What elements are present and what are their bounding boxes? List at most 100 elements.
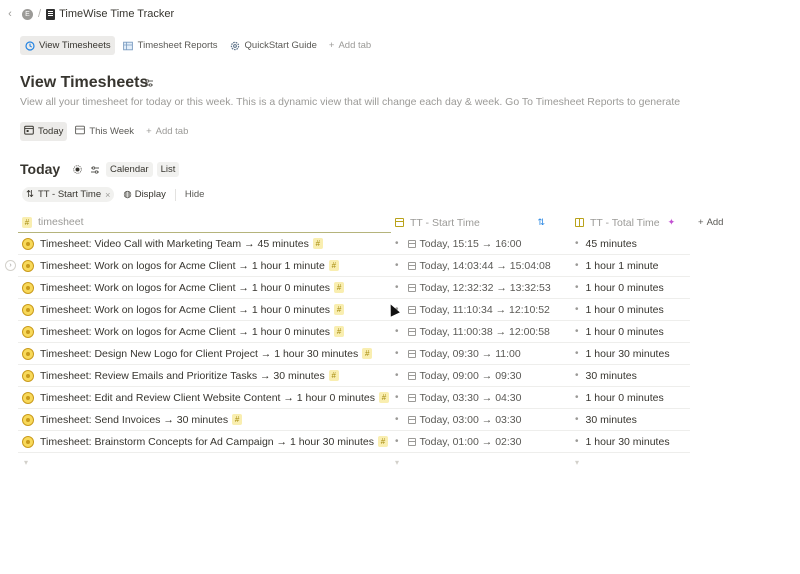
total-time-value: 1 hour 0 minutes [585, 391, 664, 404]
sun-icon[interactable] [70, 163, 84, 177]
timesheet-name[interactable]: Timesheet: Brainstorm Concepts for Ad Ca… [40, 436, 374, 448]
timesheet-name[interactable]: Timesheet: Work on logos for Acme Client… [40, 326, 330, 338]
sort-desc-icon[interactable]: ⇅ [537, 217, 545, 228]
table-row[interactable]: Timesheet: Review Emails and Prioritize … [18, 365, 690, 387]
cell-total-time[interactable]: • 30 minutes [571, 365, 690, 386]
display-button[interactable]: ◍ Display [120, 187, 168, 202]
table-row[interactable]: Timesheet: Video Call with Marketing Tea… [18, 233, 690, 255]
breadcrumb-page-title[interactable]: TimeWise Time Tracker [59, 8, 174, 20]
view-tab-today[interactable]: Today [20, 122, 68, 141]
clock-icon [24, 40, 35, 51]
display-icon: ◍ [123, 189, 132, 200]
cell-timesheet[interactable]: Timesheet: Edit and Review Client Websit… [18, 387, 391, 408]
cell-total-time[interactable]: • 1 hour 0 minutes [571, 277, 690, 298]
hash-icon: # [334, 304, 345, 315]
sliders-icon[interactable] [88, 163, 102, 177]
cell-total-time[interactable]: • 30 minutes [571, 409, 690, 430]
cell-timesheet[interactable]: Timesheet: Review Emails and Prioritize … [18, 365, 391, 386]
calendar-view-button[interactable]: Calendar [106, 162, 153, 177]
timesheet-name[interactable]: Timesheet: Design New Logo for Client Pr… [40, 348, 358, 360]
sparkle-icon[interactable]: ✦ [668, 217, 676, 228]
calendar-icon [407, 437, 416, 446]
cell-timesheet[interactable]: Timesheet: Send Invoices → 30 minutes # [18, 409, 391, 430]
sun-icon [22, 281, 34, 294]
cell-start-time[interactable]: • Today, 12:32:32 → 13:32:53 [391, 277, 571, 298]
cell-start-time[interactable]: • Today, 03:00 → 03:30 [391, 409, 571, 430]
cell-start-time[interactable]: • Today, 01:00 → 02:30 [391, 431, 571, 452]
timesheet-name[interactable]: Timesheet: Video Call with Marketing Tea… [40, 238, 309, 250]
hash-icon: # [378, 436, 389, 447]
workspace-avatar[interactable]: E [22, 8, 33, 20]
add-column-button[interactable]: + Add [698, 212, 723, 233]
cell-start-time[interactable]: • Today, 15:15 → 16:00 [391, 233, 571, 254]
calendar-icon [407, 261, 416, 270]
column-header-label: timesheet [38, 216, 84, 228]
timesheet-name[interactable]: Timesheet: Review Emails and Prioritize … [40, 370, 325, 382]
document-icon [46, 8, 56, 20]
add-view-label: Add tab [155, 126, 189, 137]
table-row[interactable]: Timesheet: Work on logos for Acme Client… [18, 277, 690, 299]
add-view-button[interactable]: + Add tab [142, 122, 192, 141]
chevron-right-icon[interactable]: › [5, 260, 16, 271]
sun-icon [22, 413, 34, 426]
table-row[interactable]: Timesheet: Work on logos for Acme Client… [18, 299, 690, 321]
cell-start-time[interactable]: • Today, 11:10:34 → 12:10:52 [391, 299, 571, 320]
hide-button[interactable]: Hide [182, 187, 208, 202]
table-row[interactable]: Timesheet: Work on logos for Acme Client… [18, 321, 690, 343]
tab-label: Timesheet Reports [137, 40, 218, 51]
table-row[interactable]: Timesheet: Send Invoices → 30 minutes # • T… [18, 409, 690, 431]
timesheet-name[interactable]: Timesheet: Edit and Review Client Websit… [40, 392, 375, 404]
close-icon[interactable]: × [105, 190, 110, 200]
cell-timesheet[interactable]: Timesheet: Work on logos for Acme Client… [18, 321, 391, 342]
cell-start-time[interactable]: • Today, 09:00 → 09:30 [391, 365, 571, 386]
sort-chip[interactable]: ⇅ TT - Start Time × [22, 187, 115, 202]
sliders-icon[interactable] [142, 76, 156, 90]
table-row[interactable]: Timesheet: Design New Logo for Client Pr… [18, 343, 690, 365]
bullet-icon: • [575, 238, 579, 249]
cell-total-time[interactable]: • 1 hour 0 minutes [571, 299, 690, 320]
column-header-timesheet[interactable]: # timesheet [18, 212, 391, 233]
plus-icon: + [328, 40, 335, 51]
add-tab-button[interactable]: + Add tab [325, 36, 375, 55]
cell-timesheet[interactable]: Timesheet: Work on logos for Acme Client… [18, 277, 391, 298]
cell-total-time[interactable]: • 1 hour 1 minute [571, 255, 690, 276]
table-row[interactable]: Timesheet: Brainstorm Concepts for Ad Ca… [18, 431, 690, 453]
column-header-start-time[interactable]: TT - Start Time ⇅ [391, 212, 571, 233]
cell-total-time[interactable]: • 45 minutes [571, 233, 690, 254]
bullet-icon: • [575, 260, 579, 271]
table-row[interactable]: › Timesheet: Work on logos for Acme Clien… [5, 255, 690, 277]
cell-timesheet[interactable]: Timesheet: Brainstorm Concepts for Ad Ca… [18, 431, 391, 452]
bullet-icon: • [395, 436, 399, 447]
cell-total-time[interactable]: • 1 hour 30 minutes [571, 343, 690, 364]
bullet-icon: • [395, 260, 399, 271]
total-time-value: 30 minutes [585, 369, 637, 382]
cell-start-time[interactable]: • Today, 14:03:44 → 15:04:08 [391, 255, 571, 276]
section-title: Today [20, 161, 61, 177]
list-view-button[interactable]: List [156, 162, 180, 177]
cell-timesheet[interactable]: Timesheet: Work on logos for Acme Client… [18, 255, 391, 276]
timesheet-name[interactable]: Timesheet: Work on logos for Acme Client… [40, 282, 330, 294]
cell-start-time[interactable]: • Today, 09:30 → 11:00 [391, 343, 571, 364]
table-row[interactable]: Timesheet: Edit and Review Client Websit… [18, 387, 690, 409]
cell-start-time[interactable]: • Today, 03:30 → 04:30 [391, 387, 571, 408]
bullet-icon: • [395, 238, 399, 249]
timesheet-name[interactable]: Timesheet: Work on logos for Acme Client… [40, 304, 330, 316]
cell-total-time[interactable]: • 1 hour 0 minutes [571, 321, 690, 342]
timesheet-name[interactable]: Timesheet: Send Invoices → 30 minutes [40, 414, 228, 426]
column-header-total-time[interactable]: TT - Total Time ✦ [571, 212, 690, 233]
cell-total-time[interactable]: • 1 hour 0 minutes [571, 387, 690, 408]
view-tab-this-week[interactable]: This Week [71, 122, 138, 141]
timesheet-name[interactable]: Timesheet: Work on logos for Acme Client… [40, 260, 325, 272]
chevron-left-icon[interactable]: ‹ [4, 8, 16, 20]
cell-start-time[interactable]: • Today, 11:00:38 → 12:00:58 [391, 321, 571, 342]
tab-view-timesheets[interactable]: View Timesheets [20, 36, 115, 55]
tab-quickstart-guide[interactable]: QuickStart Guide [226, 36, 321, 55]
cell-total-time[interactable]: • 1 hour 30 minutes [571, 431, 690, 452]
total-time-value: 45 minutes [585, 237, 637, 250]
tab-timesheet-reports[interactable]: Timesheet Reports [119, 36, 222, 55]
cell-timesheet[interactable]: Timesheet: Work on logos for Acme Client… [18, 299, 391, 320]
cell-timesheet[interactable]: Timesheet: Design New Logo for Client Pr… [18, 343, 391, 364]
footer-cell: ▾ [395, 457, 400, 467]
cell-timesheet[interactable]: Timesheet: Video Call with Marketing Tea… [18, 233, 391, 254]
hash-icon: # [328, 370, 339, 381]
